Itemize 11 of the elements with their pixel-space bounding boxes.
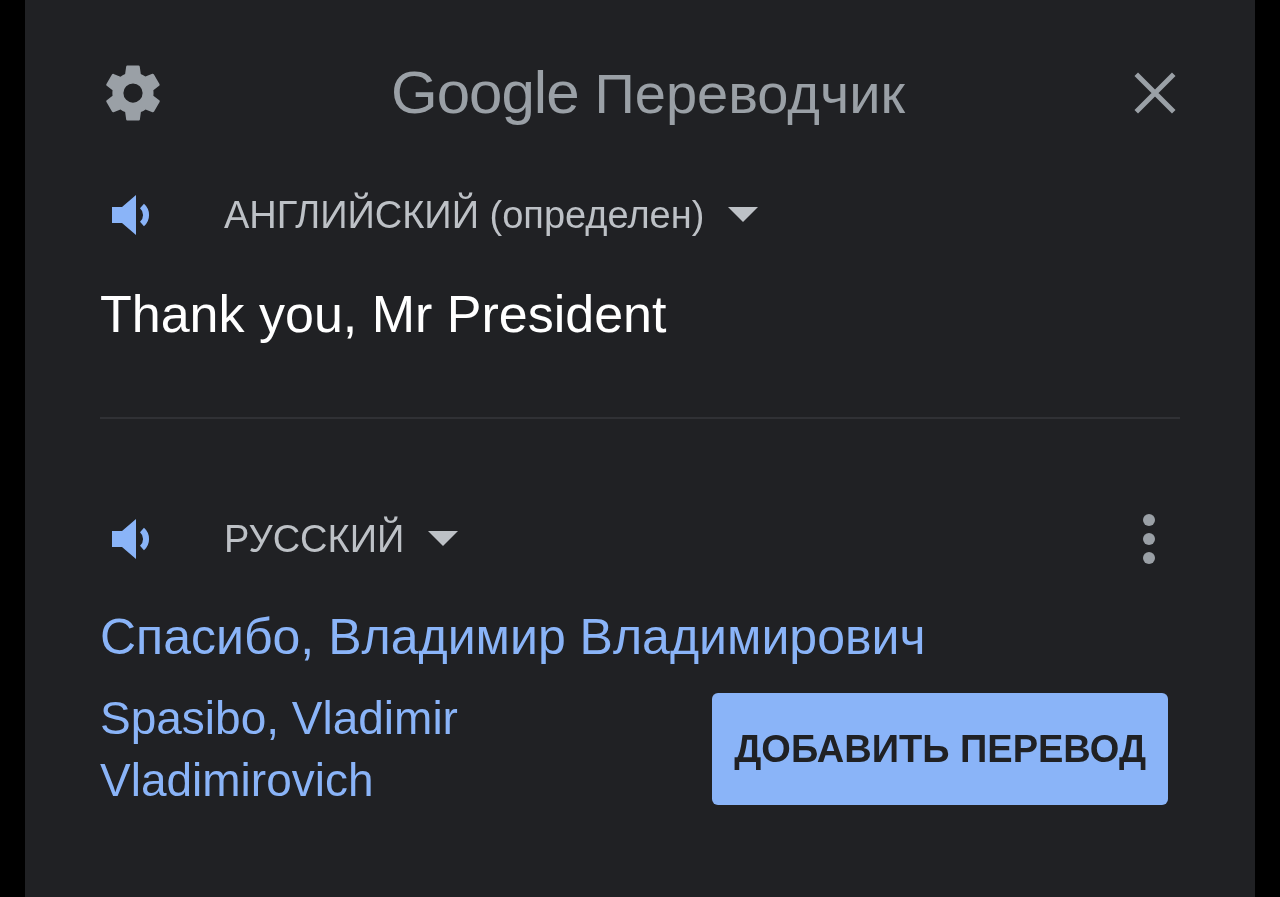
caret-icon[interactable]	[728, 207, 759, 223]
caret-icon[interactable]	[428, 531, 459, 548]
transliteration-text: Spasibo, Vladimir Vladimirovich	[100, 691, 459, 809]
add-translation-button[interactable]: ДОБАВИТЬ ПЕРЕВОД	[712, 693, 1168, 806]
app-title: Переводчик	[594, 60, 905, 127]
more-icon[interactable]	[1142, 513, 1156, 566]
language-label[interactable]: РУССКИЙ	[224, 510, 405, 568]
translation-text: Спасибо, Владимир Владимирович	[100, 608, 927, 668]
logo-text: Google	[391, 57, 579, 128]
language-label[interactable]: АНГЛИЙСКИЙ (определен)	[224, 186, 705, 244]
source-text: Thank you, Mr President	[100, 284, 668, 345]
